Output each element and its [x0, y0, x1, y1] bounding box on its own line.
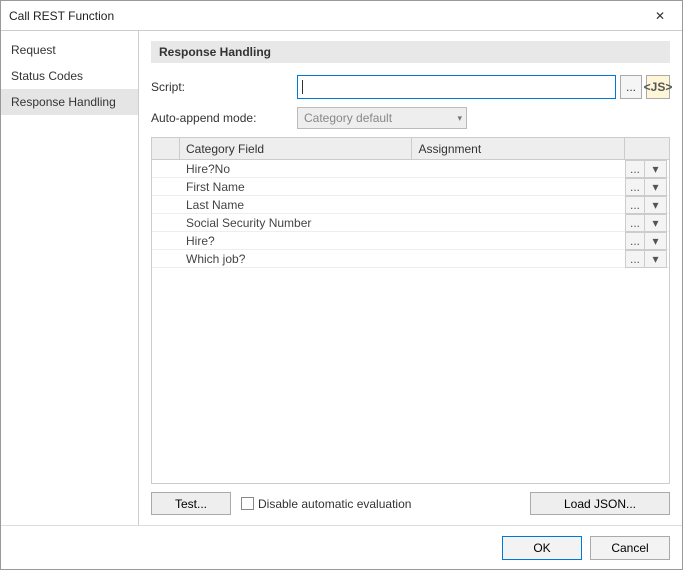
sidebar-item-request[interactable]: Request: [1, 37, 138, 63]
table-row[interactable]: First Name... ▾: [152, 178, 669, 196]
chevron-down-icon: ▾: [652, 198, 658, 212]
table-row[interactable]: Social Security Number... ▾: [152, 214, 669, 232]
ellipsis-icon: ...: [630, 162, 640, 176]
sidebar-item-label: Request: [11, 43, 56, 57]
cell-assignment: [413, 250, 625, 267]
row-drag-handle-icon[interactable]: [152, 160, 180, 177]
chevron-down-icon: ▾: [652, 162, 658, 176]
table-row[interactable]: Which job?... ▾: [152, 250, 669, 268]
row-menu-button[interactable]: ▾: [645, 178, 667, 196]
row-menu-button[interactable]: ▾: [645, 214, 667, 232]
row-menu-button[interactable]: ▾: [645, 196, 667, 214]
row-menu-button[interactable]: ▾: [645, 250, 667, 268]
table-row[interactable]: Hire?No... ▾: [152, 160, 669, 178]
script-input[interactable]: [297, 75, 616, 99]
chevron-down-icon: ▾: [652, 252, 658, 266]
row-drag-handle-icon[interactable]: [152, 214, 180, 231]
table-body: Hire?No...▾First Name...▾Last Name...▾So…: [152, 160, 669, 483]
main-panel: Response Handling Script: ... <JS>: [139, 31, 682, 525]
dialog-footer: OK Cancel: [1, 525, 682, 569]
bottom-toolbar: Test... Disable automatic evaluation Loa…: [151, 492, 670, 515]
chevron-down-icon: ▾: [652, 180, 658, 194]
window-title: Call REST Function: [9, 9, 638, 23]
table-row[interactable]: Hire?... ▾: [152, 232, 669, 250]
chevron-down-icon: ▾: [652, 234, 658, 248]
cell-category: Social Security Number: [180, 214, 413, 231]
dialog-body: Request Status Codes Response Handling R…: [1, 31, 682, 525]
close-icon: ✕: [655, 9, 665, 23]
sidebar-item-label: Response Handling: [11, 95, 116, 109]
cell-assignment: [413, 196, 625, 213]
row-drag-handle-icon[interactable]: [152, 196, 180, 213]
ellipsis-icon: ...: [630, 216, 640, 230]
row-drag-handle-icon[interactable]: [152, 250, 180, 267]
assignment-table: Category Field Assignment Hire?No...▾Fir…: [151, 137, 670, 484]
table-header-assignment[interactable]: Assignment: [412, 138, 625, 159]
ellipsis-icon: ...: [626, 80, 636, 94]
ok-button[interactable]: OK: [502, 536, 582, 560]
ellipsis-icon: ...: [630, 198, 640, 212]
sidebar-item-status-codes[interactable]: Status Codes: [1, 63, 138, 89]
script-js-button[interactable]: <JS>: [646, 75, 670, 99]
cell-assignment: [413, 160, 625, 177]
checkbox-icon: [241, 497, 254, 510]
cell-assignment: [413, 178, 625, 195]
row-browse-button[interactable]: ...: [625, 232, 645, 250]
text-cursor-icon: [302, 80, 303, 94]
cell-category: Last Name: [180, 196, 413, 213]
autoappend-label: Auto-append mode:: [151, 111, 291, 125]
cancel-button[interactable]: Cancel: [590, 536, 670, 560]
cell-category: Hire?: [180, 232, 413, 249]
titlebar: Call REST Function ✕: [1, 1, 682, 31]
load-json-button[interactable]: Load JSON...: [530, 492, 670, 515]
table-header-handle: [152, 138, 180, 159]
script-browse-button[interactable]: ...: [620, 75, 642, 99]
sidebar-item-response-handling[interactable]: Response Handling: [1, 89, 138, 115]
ellipsis-icon: ...: [630, 234, 640, 248]
row-menu-button[interactable]: ▾: [645, 160, 667, 178]
autoappend-select[interactable]: Category default ▾: [297, 107, 467, 129]
chevron-down-icon: ▾: [457, 113, 462, 124]
sidebar-item-label: Status Codes: [11, 69, 83, 83]
disable-auto-checkbox[interactable]: Disable automatic evaluation: [241, 497, 411, 511]
cell-category: First Name: [180, 178, 413, 195]
row-browse-button[interactable]: ...: [625, 178, 645, 196]
sidebar: Request Status Codes Response Handling: [1, 31, 139, 525]
dialog: Call REST Function ✕ Request Status Code…: [0, 0, 683, 570]
ellipsis-icon: ...: [630, 180, 640, 194]
cell-category: Hire?No: [180, 160, 413, 177]
row-drag-handle-icon[interactable]: [152, 232, 180, 249]
disable-auto-label: Disable automatic evaluation: [258, 497, 411, 511]
chevron-down-icon: ▾: [652, 216, 658, 230]
row-browse-button[interactable]: ...: [625, 250, 645, 268]
table-header: Category Field Assignment: [152, 138, 669, 160]
section-header: Response Handling: [151, 41, 670, 63]
row-drag-handle-icon[interactable]: [152, 178, 180, 195]
table-header-actions: [625, 138, 669, 159]
ellipsis-icon: ...: [630, 252, 640, 266]
cell-category: Which job?: [180, 250, 413, 267]
table-row[interactable]: Last Name... ▾: [152, 196, 669, 214]
row-browse-button[interactable]: ...: [625, 214, 645, 232]
row-browse-button[interactable]: ...: [625, 196, 645, 214]
script-label: Script:: [151, 80, 291, 94]
autoappend-row: Auto-append mode: Category default ▾: [151, 107, 670, 129]
js-icon: <JS>: [644, 80, 673, 94]
cell-assignment: [413, 214, 625, 231]
close-button[interactable]: ✕: [638, 1, 682, 31]
script-row: Script: ... <JS>: [151, 75, 670, 99]
table-header-category[interactable]: Category Field: [180, 138, 412, 159]
autoappend-value: Category default: [304, 111, 392, 125]
row-menu-button[interactable]: ▾: [645, 232, 667, 250]
test-button[interactable]: Test...: [151, 492, 231, 515]
row-browse-button[interactable]: ...: [625, 160, 645, 178]
cell-assignment: [413, 232, 625, 249]
